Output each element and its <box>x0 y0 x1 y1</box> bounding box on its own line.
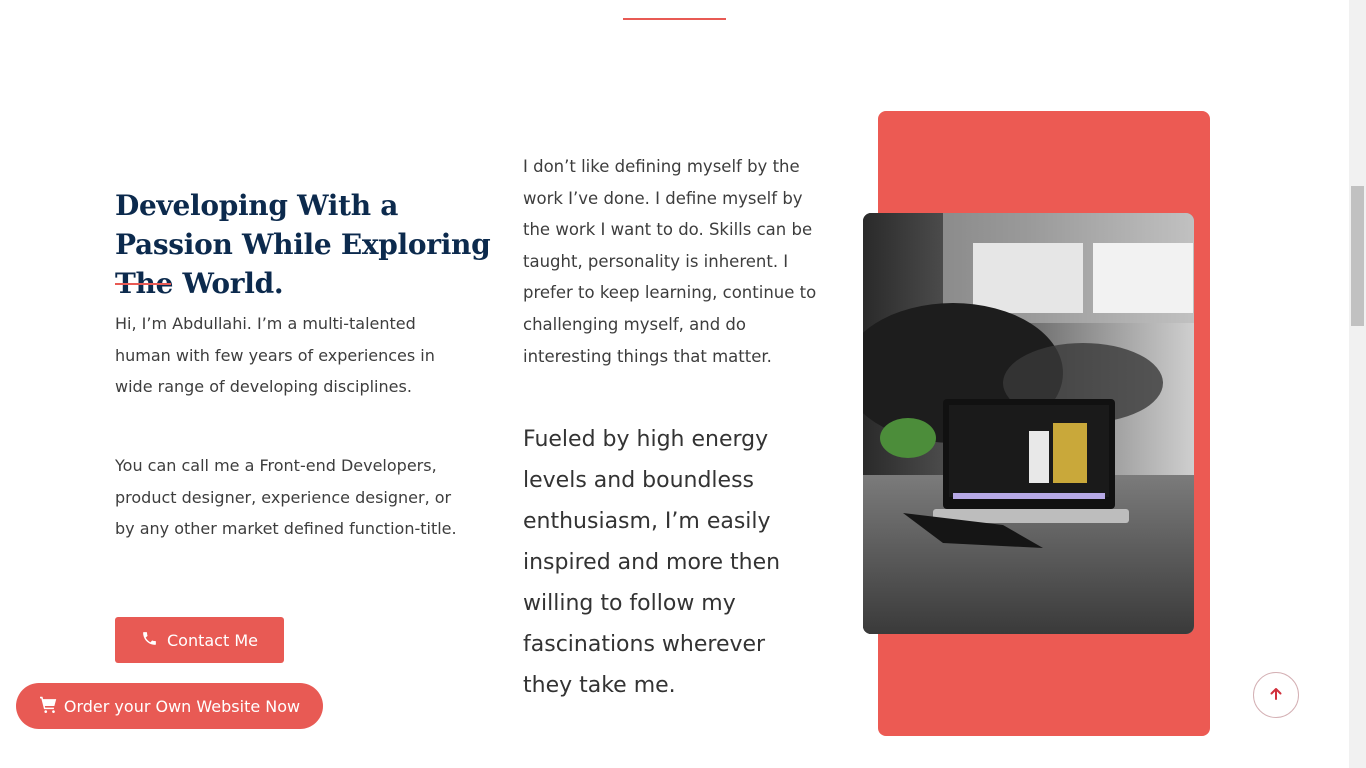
page-scrollbar[interactable] <box>1349 0 1366 768</box>
arrow-up-icon <box>1269 686 1283 705</box>
fueled-paragraph: Fueled by high energy levels and boundle… <box>523 427 781 698</box>
about-heading: Developing With a Passion While Explorin… <box>115 189 491 300</box>
phone-icon <box>141 630 158 651</box>
cart-icon <box>39 696 58 717</box>
intro-paragraph: Hi, I’m Abdullahi. I’m a multi-talented … <box>115 314 435 397</box>
heading-underline <box>115 283 171 285</box>
scrollbar-thumb[interactable] <box>1351 186 1364 326</box>
order-website-label: Order your Own Website Now <box>63 696 301 716</box>
scroll-to-top-button[interactable] <box>1253 672 1299 718</box>
contact-me-button[interactable]: Contact Me <box>115 617 284 663</box>
call-me-paragraph: You can call me a Front-end Developers, … <box>115 456 457 539</box>
contact-me-label: Contact Me <box>167 630 258 650</box>
quote-paragraph: I don’t like defining myself by the work… <box>523 157 817 366</box>
laptop-photo <box>863 213 1194 634</box>
order-website-button[interactable]: Order your Own Website Now <box>16 683 323 729</box>
section-divider <box>623 18 726 20</box>
